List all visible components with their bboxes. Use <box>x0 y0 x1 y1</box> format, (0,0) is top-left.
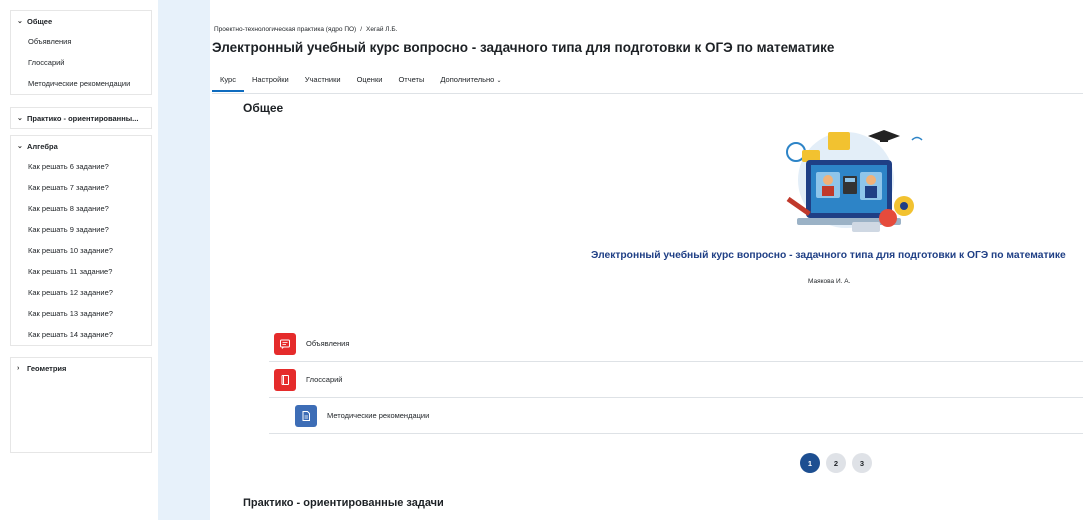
chevron-down-icon: ⌄ <box>17 115 23 122</box>
tab-participants[interactable]: Участники <box>297 70 349 92</box>
tab-settings[interactable]: Настройки <box>244 70 297 92</box>
sidebar-section-algebra: ⌄ Алгебра Как решать 6 задание? Как решат… <box>10 135 152 346</box>
tab-more[interactable]: Дополнительно ⌄ <box>432 70 509 92</box>
activity-label: Объявления <box>306 339 350 348</box>
sidebar-item[interactable]: Как решать 12 задание? <box>11 282 151 303</box>
secondary-navigation: Курс Настройки Участники Оценки Отчеты Д… <box>212 70 509 94</box>
sidebar-item[interactable]: Как решать 13 задание? <box>11 303 151 324</box>
page-title: Электронный учебный курс вопросно - зада… <box>212 40 835 55</box>
breadcrumb-link[interactable]: Хегай Л.Б. <box>366 26 397 33</box>
activity-glossary[interactable]: Глоссарий <box>269 362 1083 398</box>
tab-course[interactable]: Курс <box>212 70 244 92</box>
sidebar-item[interactable]: Как решать 6 задание? <box>11 156 151 177</box>
chevron-down-icon: ⌄ <box>17 18 23 25</box>
course-index-drawer: ⌄ Общее Объявления Глоссарий Методические… <box>0 0 158 520</box>
chevron-right-icon: › <box>17 364 20 372</box>
chevron-down-icon: ⌄ <box>17 143 23 150</box>
page-dot-1[interactable]: 1 <box>800 453 820 473</box>
sidebar-section-header[interactable]: ⌄ Алгебра <box>11 136 151 156</box>
page-dot-2[interactable]: 2 <box>826 453 846 473</box>
course-author: Маякова И. А. <box>808 278 851 285</box>
sidebar-section-header[interactable]: ⌄ Практико - ориентированны... <box>11 108 151 128</box>
sidebar-section-geometry: › Геометрия <box>10 357 152 453</box>
page-dot-3[interactable]: 3 <box>852 453 872 473</box>
section-title: Общее <box>243 101 284 115</box>
sidebar-item[interactable]: Как решать 8 задание? <box>11 198 151 219</box>
sidebar-item[interactable]: Как решать 7 задание? <box>11 177 151 198</box>
sidebar-section-general: ⌄ Общее Объявления Глоссарий Методические… <box>10 10 152 95</box>
sidebar-item[interactable]: Как решать 10 задание? <box>11 240 151 261</box>
main-content: Проектно-технологическая практика (ядро … <box>210 0 1083 520</box>
activity-announcements[interactable]: Объявления <box>269 326 1083 362</box>
activity-label: Методические рекомендации <box>327 411 430 420</box>
file-icon <box>295 404 317 427</box>
sidebar-item[interactable]: Методические рекомендации <box>11 73 151 94</box>
breadcrumb: Проектно-технологическая практика (ядро … <box>214 26 397 33</box>
breadcrumb-link[interactable]: Проектно-технологическая практика (ядро … <box>214 26 356 33</box>
slider-pagination: 1 2 3 <box>800 453 872 473</box>
sidebar-item[interactable]: Как решать 14 задание? <box>11 324 151 345</box>
tabs-divider <box>212 93 1083 94</box>
sidebar-item[interactable]: Как решать 11 задание? <box>11 261 151 282</box>
forum-icon <box>274 332 296 355</box>
activity-label: Глоссарий <box>306 375 343 384</box>
tab-grades[interactable]: Оценки <box>349 70 391 92</box>
sidebar-section-header[interactable]: › Геометрия <box>11 358 151 378</box>
sidebar-section-header[interactable]: ⌄ Общее <box>11 11 151 31</box>
drawer-gutter <box>158 0 210 520</box>
sidebar-item[interactable]: Как решать 9 задание? <box>11 219 151 240</box>
activity-guidelines[interactable]: Методические рекомендации <box>269 398 1083 434</box>
glossary-icon <box>274 368 296 391</box>
section-title: Практико - ориентированные задачи <box>243 497 444 509</box>
sidebar-section-practice: ⌄ Практико - ориентированны... <box>10 107 152 129</box>
course-heading: Электронный учебный курс вопросно - зада… <box>591 250 1066 261</box>
chevron-down-icon: ⌄ <box>496 78 502 84</box>
sidebar-item[interactable]: Глоссарий <box>11 52 151 73</box>
breadcrumb-separator: / <box>360 26 363 33</box>
tab-reports[interactable]: Отчеты <box>390 70 432 92</box>
sidebar-item[interactable]: Объявления <box>11 31 151 52</box>
course-illustration <box>786 130 923 232</box>
